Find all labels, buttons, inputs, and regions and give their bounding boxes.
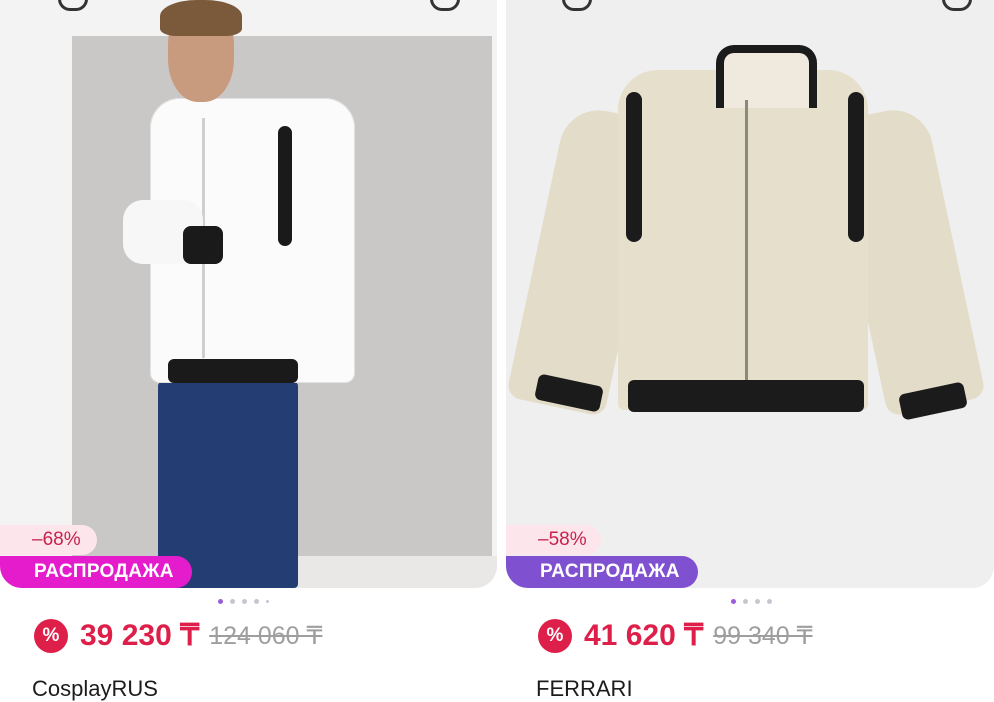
- pagination-dot[interactable]: [767, 599, 772, 604]
- pagination-dot[interactable]: [743, 599, 748, 604]
- jacket-zipper: [745, 100, 748, 406]
- jacket-hem: [628, 380, 864, 412]
- sale-badge: РАСПРОДАЖА: [0, 556, 192, 588]
- pagination-dot[interactable]: [731, 599, 736, 604]
- price-row: % 41 620 ₸ 99 340 ₸: [538, 618, 813, 653]
- current-price: 41 620 ₸: [584, 619, 704, 652]
- current-price: 39 230 ₸: [80, 619, 200, 652]
- old-price: 99 340 ₸: [713, 621, 813, 650]
- photo-cuff: [183, 226, 223, 264]
- percent-badge-icon: %: [34, 618, 68, 653]
- discount-badge: –68%: [0, 525, 97, 555]
- sale-badge: РАСПРОДАЖА: [506, 556, 698, 588]
- product-card-ferrari[interactable]: –58% РАСПРОДАЖА % 41 620 ₸ 99 340 ₸ FERR…: [506, 0, 994, 702]
- pagination-dot[interactable]: [242, 599, 247, 604]
- image-pagination[interactable]: [731, 599, 772, 604]
- pagination-dot[interactable]: [230, 599, 235, 604]
- pagination-dot[interactable]: [254, 599, 259, 604]
- jacket-stripe: [626, 92, 642, 242]
- jacket-body: [618, 70, 868, 410]
- photo-hair: [160, 0, 242, 36]
- jacket-stripe: [848, 92, 864, 242]
- price-row: % 39 230 ₸ 124 060 ₸: [34, 618, 322, 653]
- old-price: 124 060 ₸: [209, 621, 323, 650]
- pagination-dot[interactable]: [755, 599, 760, 604]
- percent-badge-icon: %: [538, 618, 572, 653]
- brand-name[interactable]: CosplayRUS: [32, 676, 158, 702]
- pagination-dot[interactable]: [218, 599, 223, 604]
- discount-badge: –58%: [506, 525, 601, 555]
- product-image[interactable]: –58% РАСПРОДАЖА: [506, 0, 994, 588]
- image-pagination[interactable]: [218, 599, 269, 604]
- product-image[interactable]: –68% РАСПРОДАЖА: [0, 0, 497, 588]
- pagination-dot[interactable]: [266, 600, 269, 603]
- jacket-collar: [716, 45, 817, 108]
- product-card-cosplayrus[interactable]: –68% РАСПРОДАЖА % 39 230 ₸ 124 060 ₸ Cos…: [0, 0, 497, 702]
- brand-name[interactable]: FERRARI: [536, 676, 633, 702]
